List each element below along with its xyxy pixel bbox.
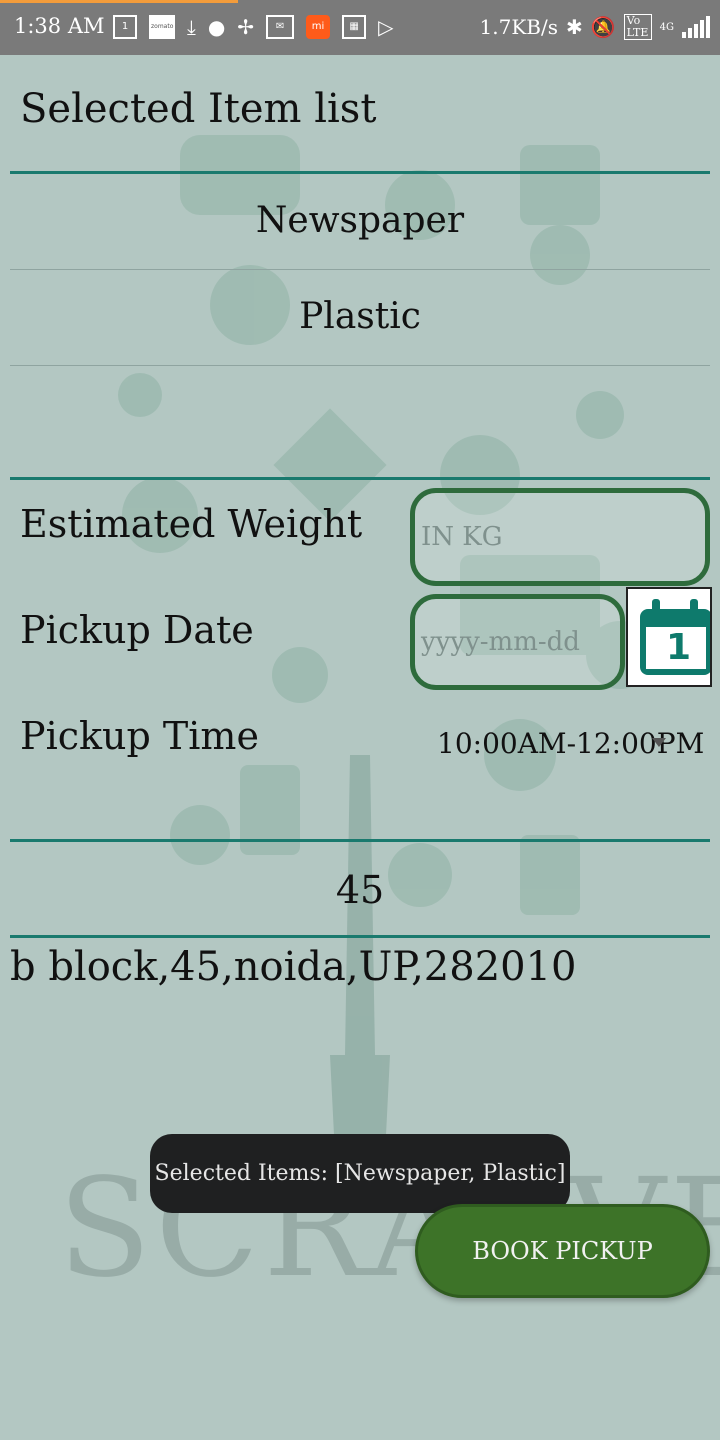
divider	[10, 477, 710, 480]
page-title: Selected Item list	[20, 86, 377, 132]
calendar-icon: ▦	[342, 15, 367, 39]
zomato-icon: zomato	[149, 15, 175, 39]
address-text: b block,45,noida,UP,282010	[10, 944, 577, 990]
calendar-1-icon: 1	[113, 15, 137, 39]
house-number: 45	[335, 868, 385, 912]
network-type: 4G	[659, 21, 674, 33]
status-right: 1.7KB/s ✱ 🔕 Vo LTE 4G	[480, 14, 710, 40]
status-time: 1:38 AM	[14, 14, 105, 38]
pickup-date-input[interactable]: yyyy-mm-dd	[410, 594, 625, 690]
divider	[10, 171, 710, 174]
play-store-icon: ▷	[378, 15, 394, 39]
signal-icon	[682, 16, 710, 38]
divider	[10, 269, 710, 270]
pickup-time-label: Pickup Time	[20, 714, 259, 758]
list-item[interactable]: Plastic	[10, 296, 710, 337]
calendar-button[interactable]: 1	[626, 587, 712, 687]
weight-placeholder: IN KG	[421, 522, 503, 552]
book-pickup-button[interactable]: BOOK PICKUP	[415, 1204, 710, 1298]
notification-icons: 1 zomato ⤓ ● ✢ ✉ mi ▦ ▷	[113, 15, 393, 39]
gmail-icon: ✉	[266, 15, 295, 39]
bluetooth-icon: ✱	[565, 15, 583, 39]
status-bar: 1:38 AM 1 zomato ⤓ ● ✢ ✉ mi ▦ ▷ 1.7KB/s …	[0, 0, 720, 55]
mute-icon: 🔕	[590, 15, 616, 39]
divider	[10, 839, 710, 842]
net-speed: 1.7KB/s	[479, 15, 558, 39]
weight-label: Estimated Weight	[20, 502, 363, 546]
page-load-progress	[0, 0, 238, 3]
divider	[10, 935, 710, 938]
weight-input[interactable]: IN KG	[410, 488, 710, 586]
list-item[interactable]: Newspaper	[10, 200, 710, 241]
swiggy-icon: ●	[207, 15, 226, 39]
calendar-day: 1	[666, 627, 692, 668]
toast-message: Selected Items: [Newspaper, Plastic]	[150, 1134, 570, 1213]
pickup-date-label: Pickup Date	[20, 608, 254, 652]
mi-icon: mi	[306, 15, 331, 39]
date-placeholder: yyyy-mm-dd	[421, 627, 580, 657]
divider	[10, 365, 710, 366]
download-icon: ⤓	[187, 15, 196, 39]
volte-icon: Vo LTE	[623, 14, 652, 40]
pinwheel-icon: ✢	[237, 15, 255, 39]
dropdown-arrow-icon[interactable]	[652, 738, 666, 747]
